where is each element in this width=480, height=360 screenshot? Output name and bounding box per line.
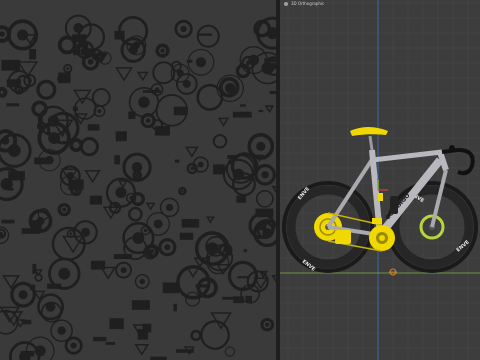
uv-layout-canvas[interactable] bbox=[0, 0, 276, 360]
viewport-grid bbox=[280, 0, 480, 360]
3d-viewport[interactable]: ENVE ENVE ENVE ENVE COLNAGO bbox=[280, 0, 480, 360]
bottle-cage bbox=[390, 196, 398, 214]
camera-icon[interactable] bbox=[284, 1, 288, 6]
head-tube bbox=[437, 151, 449, 171]
viewport-canvas[interactable]: ENVE ENVE ENVE ENVE COLNAGO bbox=[280, 0, 480, 360]
saddle bbox=[350, 127, 388, 136]
seatpost bbox=[368, 135, 374, 151]
front-derailleur bbox=[372, 218, 382, 224]
stem bbox=[441, 148, 459, 154]
view-label: 3D Orthographic bbox=[291, 1, 325, 6]
rear-derailleur bbox=[335, 230, 351, 244]
uv-islands bbox=[0, 14, 276, 360]
uv-editor-panel[interactable] bbox=[0, 0, 276, 360]
transform-gizmo bbox=[377, 178, 388, 191]
viewport-header: 3D Orthographic bbox=[280, 0, 480, 7]
